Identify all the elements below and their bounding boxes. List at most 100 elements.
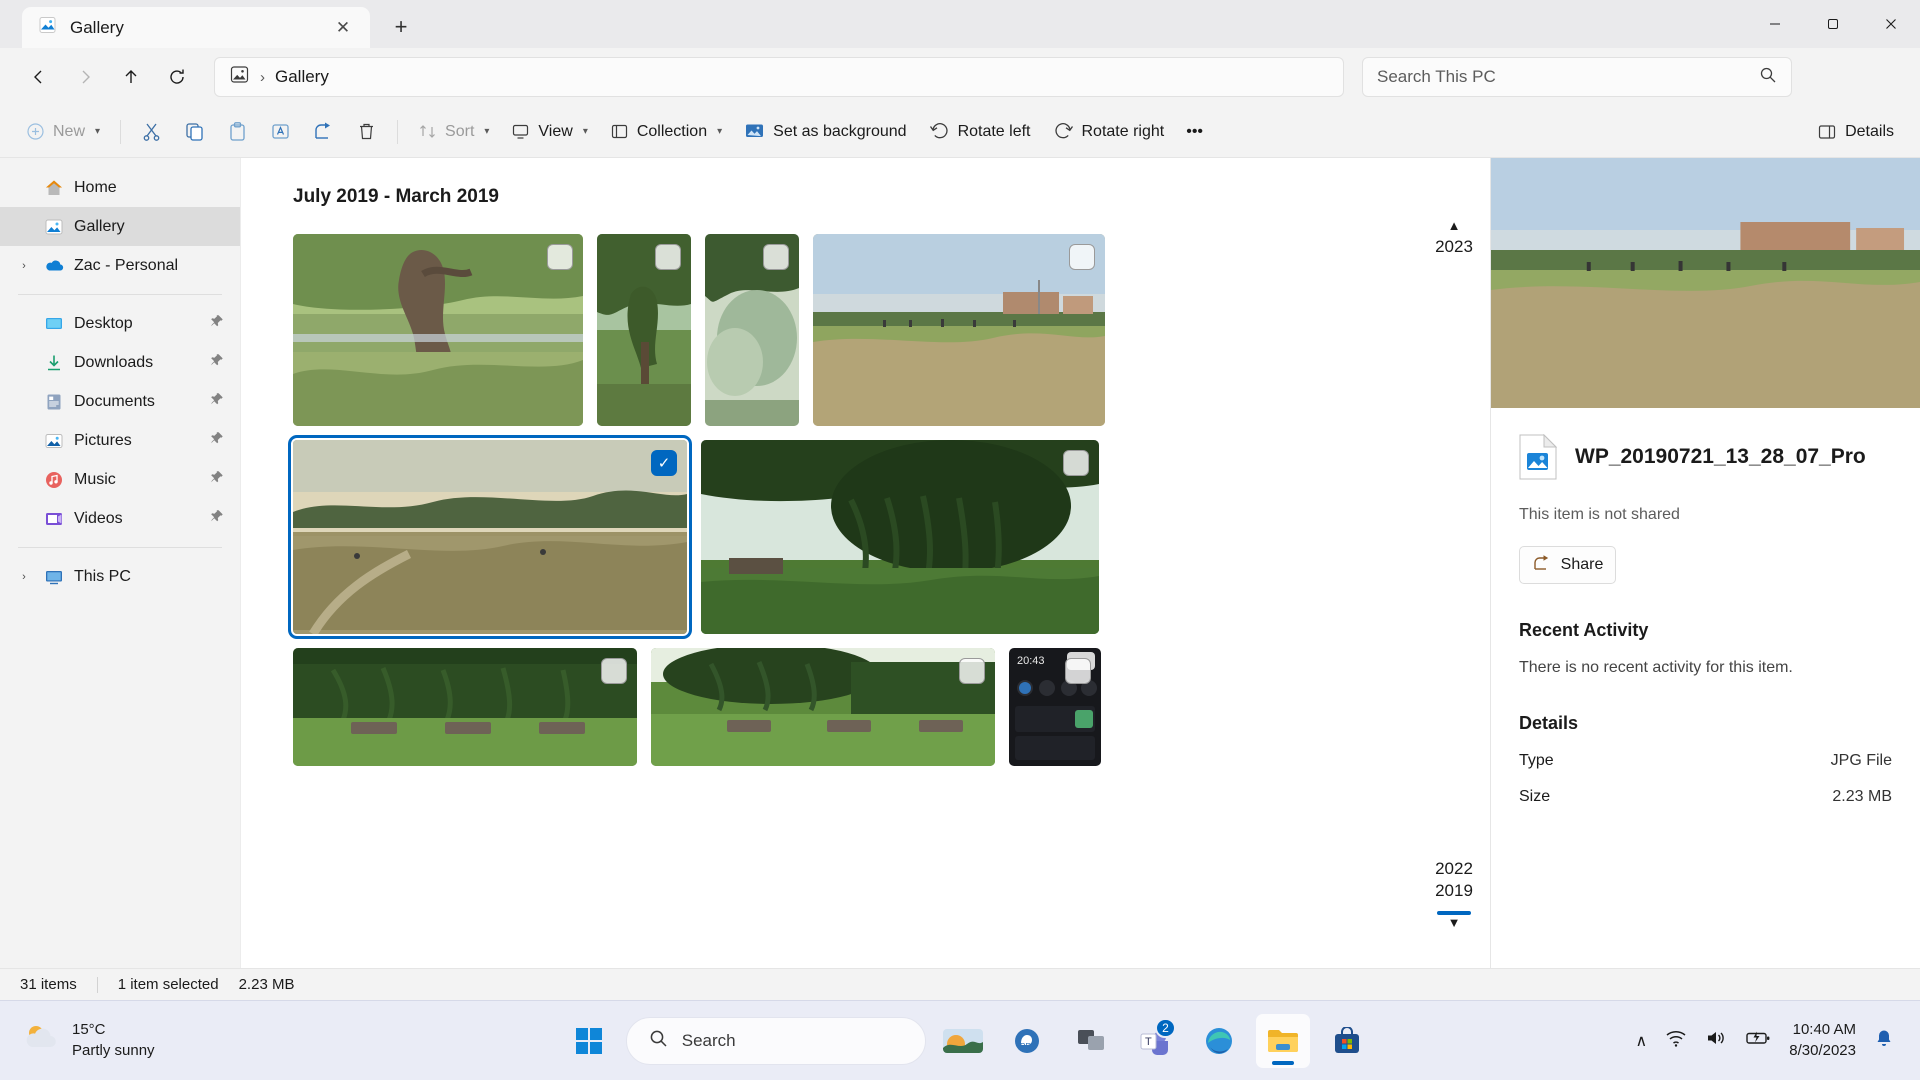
copy-button[interactable] (174, 113, 215, 151)
rotate-left-button[interactable]: Rotate left (919, 113, 1041, 151)
file-explorer-button[interactable] (1256, 1014, 1310, 1068)
gallery-item-photo-tall-tree[interactable] (597, 234, 691, 426)
divider (18, 294, 222, 295)
pin-icon[interactable] (210, 314, 226, 333)
start-button[interactable] (562, 1014, 616, 1068)
scrubber-year-2023[interactable]: 2023 (1435, 237, 1473, 257)
item-checkbox[interactable] (763, 244, 789, 270)
minimize-button[interactable] (1746, 0, 1804, 48)
gallery-item-photo-benches-hedge[interactable] (293, 648, 637, 766)
sidebar-item-this-pc[interactable]: › This PC (0, 557, 240, 596)
scrubber-up-icon[interactable]: ▲ (1448, 218, 1461, 233)
clock[interactable]: 10:40 AM 8/30/2023 (1789, 1020, 1856, 1061)
paste-button[interactable] (217, 113, 258, 151)
share-button[interactable] (303, 113, 344, 151)
taskbar-search[interactable]: Search (626, 1017, 926, 1065)
tab-gallery[interactable]: Gallery ✕ (22, 7, 370, 48)
up-button[interactable] (110, 56, 152, 98)
pin-icon[interactable] (210, 392, 226, 411)
gallery-item-photo-dark-screen[interactable]: 20:43 (1009, 648, 1101, 766)
item-checkbox[interactable] (1065, 658, 1091, 684)
maximize-button[interactable] (1804, 0, 1862, 48)
bell-icon[interactable] (1874, 1028, 1894, 1053)
rotate-right-button[interactable]: Rotate right (1043, 113, 1175, 151)
recent-activity-text: There is no recent activity for this ite… (1519, 659, 1892, 677)
sidebar-item-downloads[interactable]: › Downloads (0, 343, 240, 382)
sort-button[interactable]: Sort ▾ (408, 113, 499, 151)
close-icon[interactable]: ✕ (328, 13, 358, 43)
rotate-right-label: Rotate right (1082, 123, 1165, 141)
sidebar-item-videos[interactable]: › Videos (0, 499, 240, 538)
teams-badge: 2 (1155, 1018, 1176, 1038)
collection-button[interactable]: Collection ▾ (600, 113, 732, 151)
gallery-item-photo-benches-park[interactable] (651, 648, 995, 766)
sidebar-item-onedrive[interactable]: › Zac - Personal (0, 246, 240, 285)
wifi-icon[interactable] (1665, 1028, 1687, 1053)
search-icon[interactable] (1759, 66, 1777, 89)
new-button[interactable]: New ▾ (16, 113, 110, 151)
cut-button[interactable] (131, 113, 172, 151)
scrubber-year-2022[interactable]: 2022 (1435, 859, 1473, 879)
sidebar-item-pictures[interactable]: › Pictures (0, 421, 240, 460)
share-button[interactable]: Share (1519, 546, 1616, 584)
search-input[interactable]: Search This PC (1362, 57, 1792, 97)
copilot-button[interactable]: PRE (1000, 1014, 1054, 1068)
item-checkbox[interactable] (601, 658, 627, 684)
item-checkbox[interactable] (1069, 244, 1095, 270)
pin-icon[interactable] (210, 470, 226, 489)
sidebar-item-desktop[interactable]: › Desktop (0, 304, 240, 343)
back-button[interactable] (18, 56, 60, 98)
search-icon (649, 1029, 668, 1053)
rename-button[interactable] (260, 113, 301, 151)
pc-icon (43, 566, 65, 588)
task-view-button[interactable] (1064, 1014, 1118, 1068)
gallery-item-photo-sunset-field[interactable]: ✓ (293, 440, 687, 634)
item-checkbox[interactable] (1063, 450, 1089, 476)
store-button[interactable] (1320, 1014, 1374, 1068)
year-scrubber[interactable]: ▲ 2023 2022 2019 ▼ (1424, 218, 1484, 958)
forward-button[interactable] (64, 56, 106, 98)
more-options-button[interactable]: ••• (1176, 113, 1213, 151)
pin-icon[interactable] (210, 509, 226, 528)
item-checkbox-selected[interactable]: ✓ (651, 450, 677, 476)
pin-icon[interactable] (210, 353, 226, 372)
detail-key: Size (1519, 788, 1550, 806)
gallery-item-photo-willow-tree[interactable] (701, 440, 1099, 634)
pin-icon[interactable] (210, 431, 226, 450)
item-checkbox[interactable] (655, 244, 681, 270)
set-as-background-button[interactable]: Set as background (734, 113, 916, 151)
desktop-icon (43, 313, 65, 335)
navigation-pane: › Home › Gallery › Zac - Personal (0, 158, 240, 968)
taskbar-apps: Search PRE (300, 1014, 1636, 1068)
item-checkbox[interactable] (547, 244, 573, 270)
volume-icon[interactable] (1705, 1028, 1727, 1053)
gallery-item-photo-tree-closeup[interactable] (293, 234, 583, 426)
window-body: › Home › Gallery › Zac - Personal (0, 158, 1920, 968)
refresh-button[interactable] (156, 56, 198, 98)
view-button[interactable]: View ▾ (501, 113, 597, 151)
widgets-button[interactable] (936, 1014, 990, 1068)
window-close-button[interactable] (1862, 0, 1920, 48)
delete-button[interactable] (346, 113, 387, 151)
item-checkbox[interactable] (959, 658, 985, 684)
downloads-icon (43, 352, 65, 374)
battery-icon[interactable] (1745, 1028, 1771, 1053)
details-pane-button[interactable]: Details (1807, 113, 1904, 151)
sidebar-item-home[interactable]: › Home (0, 168, 240, 207)
edge-button[interactable] (1192, 1014, 1246, 1068)
chevron-right-icon[interactable]: › (14, 571, 34, 583)
scrubber-year-2019[interactable]: 2019 (1435, 881, 1473, 901)
sidebar-item-music[interactable]: › Music (0, 460, 240, 499)
gallery-item-photo-green-bush[interactable] (705, 234, 799, 426)
sidebar-item-documents[interactable]: › Documents (0, 382, 240, 421)
sidebar-item-label: Gallery (74, 218, 226, 236)
tray-chevron-icon[interactable]: ∧ (1636, 1031, 1648, 1051)
chevron-right-icon[interactable]: › (14, 260, 34, 272)
scrubber-down-icon[interactable]: ▼ (1448, 915, 1461, 958)
weather-widget[interactable]: 15°C Partly sunny (0, 1020, 300, 1061)
teams-button[interactable]: T 2 (1128, 1014, 1182, 1068)
new-tab-button[interactable]: + (384, 10, 418, 44)
gallery-item-photo-park-field[interactable] (813, 234, 1105, 426)
sidebar-item-gallery[interactable]: › Gallery (0, 207, 240, 246)
breadcrumb[interactable]: › Gallery (214, 57, 1344, 97)
